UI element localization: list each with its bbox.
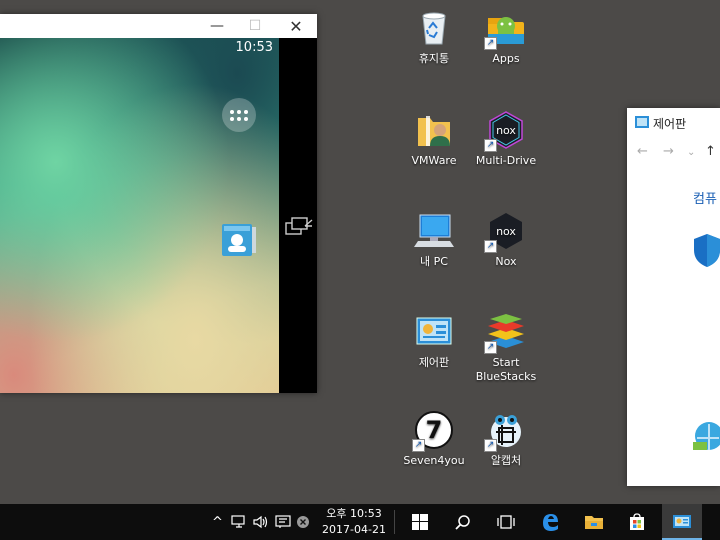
folder-icon [585,516,603,529]
control-panel-icon [673,515,691,528]
back-arrow-icon[interactable]: ← [637,144,648,159]
file-explorer-button[interactable] [574,504,614,540]
shortcut-arrow-icon: ↗ [484,341,497,354]
windows-logo-icon [412,514,428,530]
app-drawer-icon [230,109,248,121]
svg-text:7: 7 [426,416,443,444]
nox-icon: nox ↗ [484,211,526,253]
desktop-icon-apps[interactable]: ↗ Apps [468,8,544,66]
taskbar-clock[interactable]: 오후 10:53 2017-04-21 [318,506,390,538]
control-panel-title: 제어판 [653,117,687,131]
seven4you-icon: 7 ↗ [412,410,454,452]
alcapture-icon: ↗ [484,410,526,452]
close-button[interactable]: ✕ [282,14,310,38]
input-method-icon[interactable] [275,504,291,540]
tray-arrow-icon: ^ [212,514,223,530]
desktop-icon-label: Apps [492,52,520,65]
desktop-icon-label: VMWare [411,154,457,167]
desktop-icon-start-bluestacks[interactable]: ↗ Start BlueStacks [468,312,544,384]
desktop-icon-seven4you[interactable]: 7 ↗ Seven4you [396,410,472,468]
shortcut-arrow-icon: ↗ [484,439,497,452]
store-bag-icon [630,513,644,530]
emulator-titlebar[interactable]: — ☐ ✕ [0,14,317,38]
show-hidden-icons-button[interactable]: ^ [212,504,223,540]
taskbar: ^ 오후 10:53 2017-04-21 [0,504,720,540]
task-view-button[interactable] [486,504,526,540]
desktop-icon-recycle-bin[interactable]: 휴지통 [396,8,472,66]
notification-dismiss-icon[interactable] [296,504,310,540]
bluestacks-icon: ↗ [484,312,526,354]
android-home-screen[interactable]: 10:53 [0,38,279,393]
recycle-bin-icon [414,8,454,48]
task-view-icon [497,515,515,529]
desktop-icon-label: Seven4you [403,454,465,467]
up-arrow-icon[interactable]: ↑ [705,144,716,159]
clock-date: 2017-04-21 [322,523,386,536]
desktop-icon-label: Nox [495,255,517,268]
desktop-icon-label: 알캡처 [490,454,522,467]
control-panel-taskbar-button[interactable] [662,504,702,540]
control-panel-heading: 컴퓨 [693,192,717,207]
apps-folder-icon: ↗ [484,8,526,50]
search-button[interactable] [443,504,483,540]
clock-time: 오후 10:53 [326,507,382,520]
network-tray-icon[interactable] [231,504,247,540]
desktop-icon-label: 내 PC [420,255,448,268]
desktop-icon-alcapture[interactable]: ↗ 알캡처 [468,410,544,468]
shortcut-arrow-icon: ↗ [484,37,497,50]
desktop-icon-label: Start BlueStacks [475,356,537,383]
desktop-icon-my-pc[interactable]: 내 PC [396,211,472,269]
desktop-icon-label: Multi-Drive [475,154,537,167]
multi-window-icon[interactable] [285,214,313,238]
nox-multi-drive-icon: nox ↗ [484,110,526,152]
svg-text:nox: nox [496,124,516,137]
contacts-app-icon[interactable] [220,221,258,259]
edge-browser-button[interactable] [530,504,570,540]
app-drawer-button[interactable] [222,98,256,132]
emulator-side-toolbar [279,38,317,393]
start-button[interactable] [400,504,440,540]
shortcut-arrow-icon: ↗ [484,139,497,152]
search-icon [455,515,470,530]
security-shield-icon[interactable] [693,232,720,272]
network-icon[interactable] [691,418,720,458]
desktop-icon-label: 제어판 [418,356,450,369]
maximize-button[interactable]: ☐ [241,14,269,38]
control-panel-window: 제어판 ← → ⌄ ↑ 컴퓨 [627,108,720,486]
shortcut-arrow-icon: ↗ [412,439,425,452]
emulator-window: — ☐ ✕ 10:53 [0,14,317,393]
taskbar-divider [394,510,395,534]
forward-arrow-icon[interactable]: → [663,144,674,159]
desktop-icon-multi-drive[interactable]: nox ↗ Multi-Drive [468,110,544,168]
desktop-icon-control-panel[interactable]: 제어판 [396,312,472,370]
desktop-icon-nox[interactable]: nox ↗ Nox [468,211,544,269]
minimize-button[interactable]: — [203,14,231,38]
computer-icon [414,211,454,251]
volume-icon[interactable] [253,504,269,540]
store-button[interactable] [617,504,657,540]
shortcut-arrow-icon: ↗ [484,240,497,253]
desktop-icon-label: 휴지통 [418,52,450,65]
chevron-down-icon[interactable]: ⌄ [687,147,695,158]
svg-text:nox: nox [496,225,516,238]
android-status-clock: 10:53 [235,40,273,55]
control-panel-icon [414,312,454,352]
desktop-icon-vmware[interactable]: VMWare [396,110,472,168]
control-panel-title-icon [635,116,649,128]
folder-icon [414,110,454,150]
edge-icon [543,514,558,531]
